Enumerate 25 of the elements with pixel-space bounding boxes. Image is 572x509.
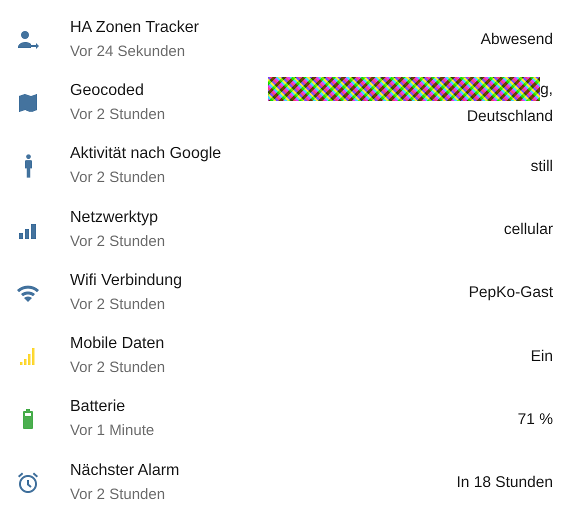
last-changed-time: Vor 2 Stunden (70, 358, 166, 378)
entity-name[interactable]: Wifi Verbindung (70, 270, 469, 291)
last-changed-time: Vor 2 Stunden (70, 168, 166, 188)
entity-name[interactable]: Batterie (70, 397, 518, 418)
entity-name[interactable]: Aktivität nach Google (70, 144, 531, 164)
entity-name[interactable]: Netzwerktyp (70, 208, 504, 228)
entity-state: Ein (530, 346, 553, 367)
entity-state: PepKo-Gast (468, 283, 553, 304)
entity-state: still (530, 156, 553, 177)
entity-state: Abwesend (480, 30, 553, 50)
last-changed-time: Vor 2 Stunden (70, 484, 166, 505)
entity-state: cellular (504, 220, 553, 240)
last-changed-time: Vor 1 Minute (70, 421, 156, 442)
entity-name[interactable]: HA Zonen Tracker (70, 18, 481, 38)
last-changed-time: Vor 2 Stunden (70, 104, 166, 125)
entity-name[interactable]: Geocoded (70, 80, 268, 101)
last-changed-time: Vor 2 Stunden (70, 294, 166, 315)
last-changed-time: Vor 24 Sekunden (70, 42, 186, 62)
entity-state: 71 % (518, 410, 553, 430)
entity-state: g, (540, 80, 553, 100)
entity-state: In 18 Stunden (456, 473, 553, 494)
entity-name[interactable]: Nächster Alarm (70, 460, 456, 481)
last-changed-time: Vor 2 Stunden (70, 232, 166, 252)
entity-state: Deutschland (466, 106, 553, 127)
entity-name[interactable]: Mobile Daten (70, 334, 531, 354)
